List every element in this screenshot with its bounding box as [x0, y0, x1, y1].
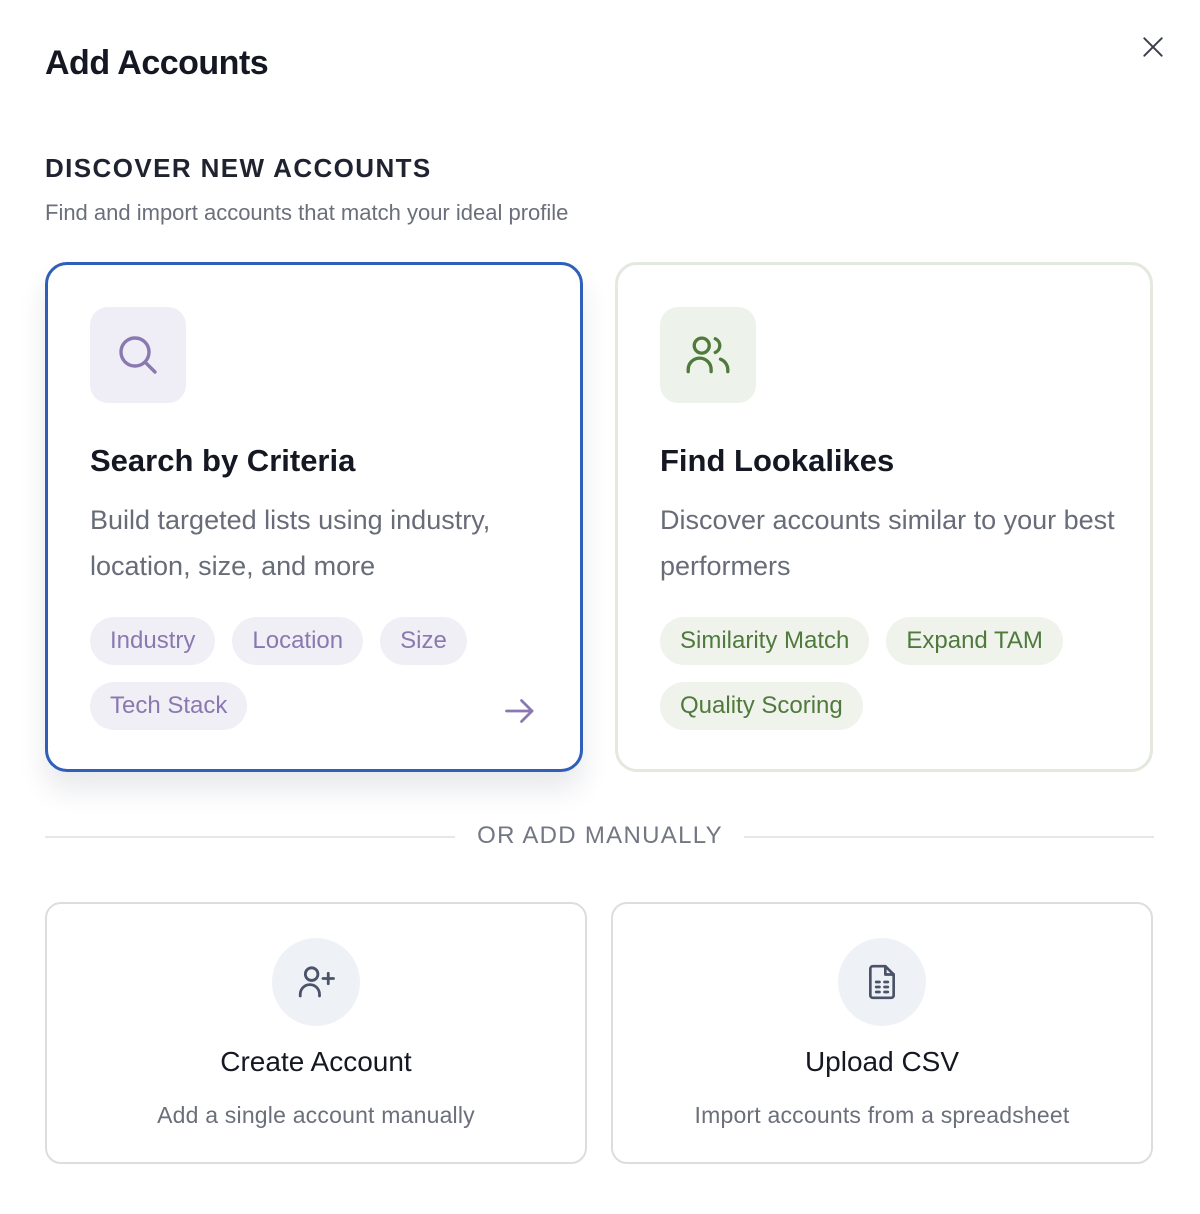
arrow-right-icon — [505, 699, 534, 723]
create-account-card[interactable]: Create Account Add a single account manu… — [45, 902, 587, 1164]
search-icon — [119, 336, 157, 374]
close-button[interactable] — [1136, 30, 1170, 64]
user-plus-icon-circle — [272, 938, 360, 1026]
section-heading: DISCOVER NEW ACCOUNTS — [45, 153, 432, 183]
card-title: Find Lookalikes — [660, 443, 895, 478]
close-icon — [1143, 37, 1163, 57]
tag-quality-scoring: Quality Scoring — [660, 682, 863, 730]
create-account-description: Add a single account manually — [157, 1102, 475, 1128]
find-lookalikes-card[interactable]: Find Lookalikes Discover accounts simila… — [615, 262, 1153, 772]
divider-label: OR ADD MANUALLY — [477, 822, 723, 849]
add-accounts-modal: Add Accounts DISCOVER NEW ACCOUNTS Find … — [0, 0, 1200, 1214]
users-icon — [686, 336, 730, 374]
user-plus-icon — [298, 966, 335, 998]
tag-tech-stack: Tech Stack — [90, 682, 248, 730]
tag-size: Size — [380, 617, 467, 665]
users-icon-box — [660, 307, 756, 403]
lookalike-tags: Similarity Match Expand TAM Quality Scor… — [660, 617, 1090, 730]
card-description: Discover accounts similar to your best p… — [660, 505, 1115, 581]
card-title: Search by Criteria — [90, 443, 356, 478]
tag-location: Location — [232, 617, 364, 665]
modal-title: Add Accounts — [45, 44, 269, 82]
upload-csv-title: Upload CSV — [804, 1046, 960, 1077]
tag-industry: Industry — [90, 617, 216, 665]
criteria-tags: Industry Location Size Tech Stack — [90, 617, 520, 730]
section-subtitle: Find and import accounts that match your… — [45, 200, 569, 225]
create-account-title: Create Account — [220, 1046, 412, 1077]
file-spreadsheet-icon — [869, 964, 895, 1000]
file-icon-circle — [838, 938, 926, 1026]
search-by-criteria-card[interactable]: Search by Criteria Build targeted lists … — [45, 262, 583, 772]
upload-csv-description: Import accounts from a spreadsheet — [694, 1102, 1070, 1128]
search-icon-box — [90, 307, 186, 403]
card-description: Build targeted lists using industry, loc… — [90, 505, 491, 581]
divider-line-left — [45, 836, 455, 838]
tag-similarity-match: Similarity Match — [660, 617, 870, 665]
upload-csv-card[interactable]: Upload CSV Import accounts from a spread… — [611, 902, 1153, 1164]
divider-line-right — [744, 836, 1154, 838]
tag-expand-tam: Expand TAM — [886, 617, 1063, 665]
